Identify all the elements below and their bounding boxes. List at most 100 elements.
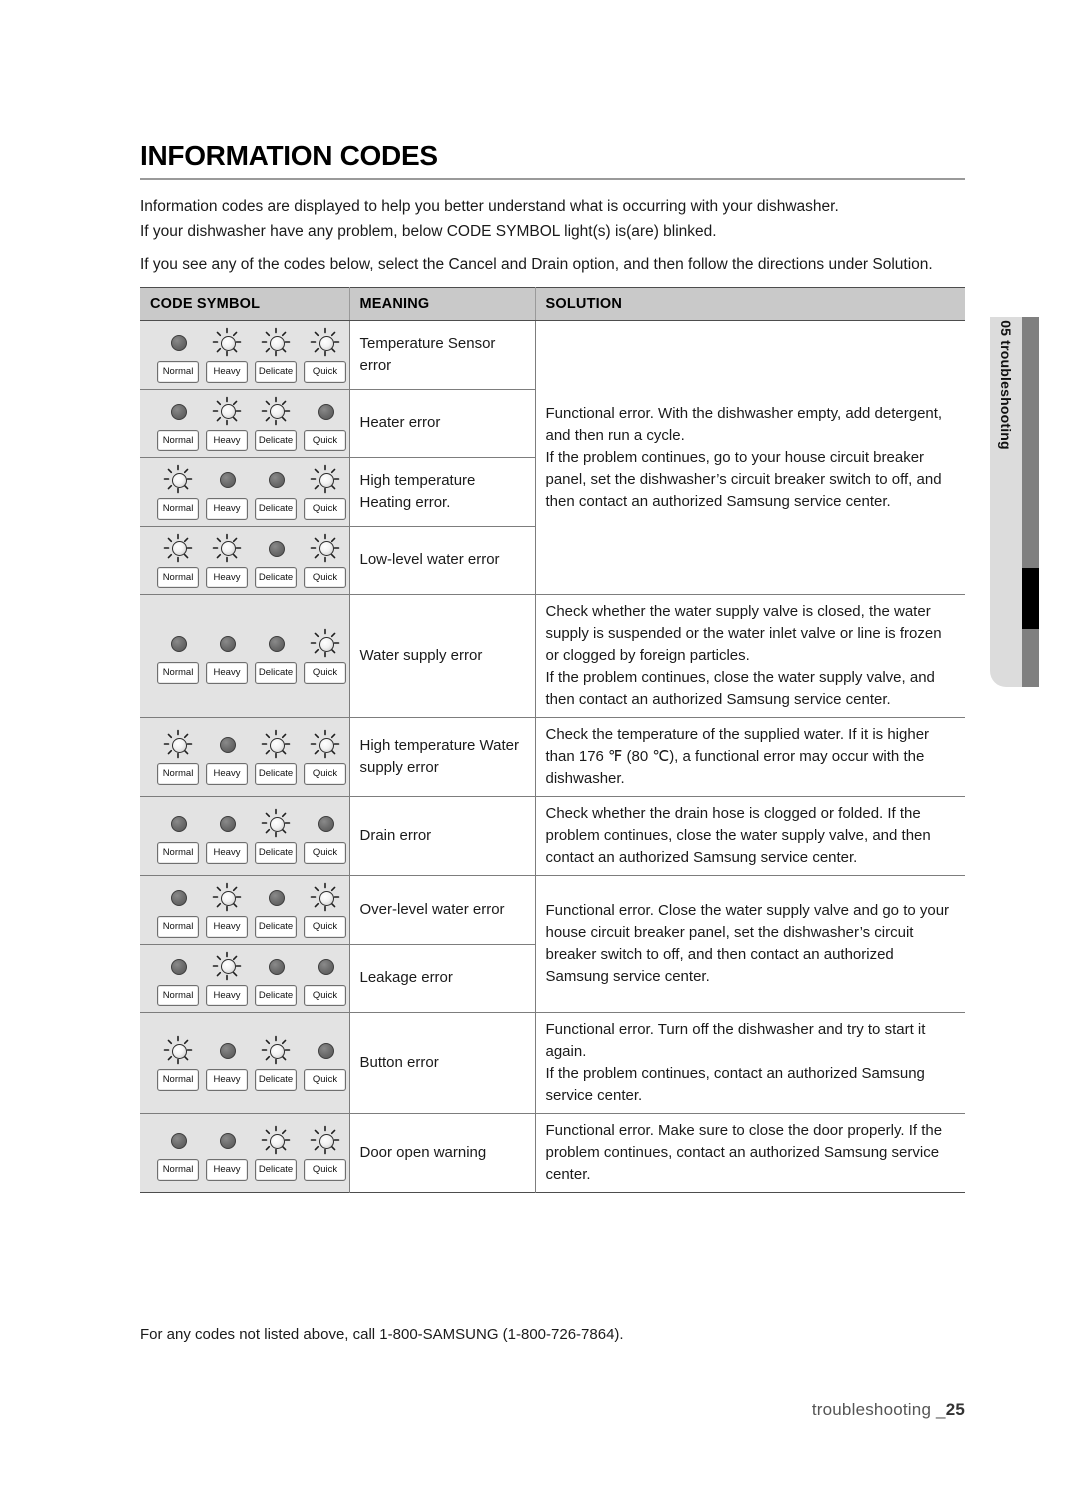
- column-header-code-symbol: CODE SYMBOL: [140, 287, 350, 321]
- cycle-button-heavy[interactable]: Heavy: [206, 566, 248, 588]
- information-codes-table: CODE SYMBOL MEANING SOLUTION Normal Heavy…: [140, 287, 965, 1193]
- meaning-cell: High temperature Water supply error: [349, 717, 536, 797]
- side-tab-marker: [1022, 568, 1039, 629]
- led-bulb: [171, 1043, 187, 1059]
- panel-slot: Quick: [304, 327, 346, 383]
- cycle-button-quick[interactable]: Quick: [304, 662, 346, 684]
- code-symbol-cell: Normal Heavy Delicate Quick: [140, 944, 350, 1013]
- cycle-button-heavy[interactable]: Heavy: [206, 1159, 248, 1181]
- solution-paragraph: If the problem continues, go to your hou…: [545, 448, 942, 510]
- led-on-icon: [261, 1125, 291, 1155]
- cycle-button-normal[interactable]: Normal: [157, 763, 199, 785]
- led-on-icon: [310, 628, 340, 658]
- cycle-button-normal[interactable]: Normal: [157, 1159, 199, 1181]
- panel-slot: Heavy: [206, 628, 248, 684]
- solution-paragraph: Functional error. Make sure to close the…: [545, 1122, 943, 1183]
- cycle-button-heavy[interactable]: Heavy: [206, 916, 248, 938]
- cycle-button-quick[interactable]: Quick: [304, 763, 346, 785]
- cycle-button-quick[interactable]: Quick: [304, 429, 346, 451]
- cycle-button-quick[interactable]: Quick: [304, 361, 346, 383]
- cycle-button-heavy[interactable]: Heavy: [206, 984, 248, 1006]
- panel-slot: Delicate: [255, 327, 297, 383]
- footer-page-number: 25: [945, 1400, 965, 1419]
- control-panel-diagram: Normal Heavy Delicate Quick: [150, 729, 346, 785]
- code-symbol-cell: Normal Heavy Delicate Quick: [140, 320, 350, 390]
- cycle-button-delicate[interactable]: Delicate: [255, 842, 297, 864]
- cycle-button-delicate[interactable]: Delicate: [255, 498, 297, 520]
- cycle-button-quick[interactable]: Quick: [304, 1069, 346, 1091]
- cycle-button-heavy[interactable]: Heavy: [206, 361, 248, 383]
- led-on-icon: [212, 327, 242, 357]
- cycle-button-quick[interactable]: Quick: [304, 984, 346, 1006]
- panel-slot: Quick: [304, 1035, 346, 1091]
- led-off-icon: [212, 729, 242, 759]
- panel-slot: Heavy: [206, 1035, 248, 1091]
- cycle-button-quick[interactable]: Quick: [304, 1159, 346, 1181]
- panel-slot: Heavy: [206, 729, 248, 785]
- cycle-button-delicate[interactable]: Delicate: [255, 566, 297, 588]
- led-bulb: [269, 404, 285, 419]
- led-on-icon: [212, 882, 242, 912]
- cycle-button-delicate[interactable]: Delicate: [255, 361, 297, 383]
- led-bulb: [269, 1133, 285, 1149]
- led-off-icon: [261, 628, 291, 658]
- led-bulb: [269, 335, 285, 351]
- panel-slot: Delicate: [255, 951, 297, 1006]
- led-bulb: [318, 403, 334, 420]
- panel-slot: Quick: [304, 808, 346, 864]
- led-off-icon: [261, 951, 291, 981]
- panel-slot: Normal: [157, 396, 199, 451]
- cycle-button-quick[interactable]: Quick: [304, 498, 346, 520]
- led-on-icon: [261, 808, 291, 838]
- cycle-button-delicate[interactable]: Delicate: [255, 662, 297, 684]
- cycle-button-quick[interactable]: Quick: [304, 566, 346, 588]
- cycle-button-heavy[interactable]: Heavy: [206, 763, 248, 785]
- led-on-icon: [163, 464, 193, 494]
- table-row: Normal Heavy Delicate Quick Over-level water…: [140, 875, 965, 1013]
- cycle-button-delicate[interactable]: Delicate: [255, 984, 297, 1006]
- cycle-button-heavy[interactable]: Heavy: [206, 429, 248, 451]
- cycle-button-normal[interactable]: Normal: [157, 916, 199, 938]
- cycle-button-heavy[interactable]: Heavy: [206, 842, 248, 864]
- cycle-button-normal[interactable]: Normal: [157, 361, 199, 383]
- cycle-button-normal[interactable]: Normal: [157, 566, 199, 588]
- led-off-icon: [212, 628, 242, 658]
- led-bulb: [269, 540, 285, 557]
- panel-slot: Normal: [157, 464, 199, 520]
- panel-slot: Quick: [304, 628, 346, 684]
- panel-slot: Normal: [157, 808, 199, 864]
- panel-slot: Heavy: [206, 464, 248, 520]
- panel-slot: Normal: [157, 1035, 199, 1091]
- cycle-button-delicate[interactable]: Delicate: [255, 763, 297, 785]
- cycle-button-delicate[interactable]: Delicate: [255, 1069, 297, 1091]
- panel-slot: Delicate: [255, 464, 297, 520]
- table-row: Normal Heavy Delicate Quick Water supply err…: [140, 594, 965, 718]
- cycle-button-delicate[interactable]: Delicate: [255, 429, 297, 451]
- cycle-button-quick[interactable]: Quick: [304, 842, 346, 864]
- led-bulb: [171, 1133, 187, 1150]
- cycle-button-normal[interactable]: Normal: [157, 662, 199, 684]
- panel-slot: Normal: [157, 729, 199, 785]
- cycle-button-heavy[interactable]: Heavy: [206, 498, 248, 520]
- control-panel-diagram: Normal Heavy Delicate Quick: [150, 628, 346, 684]
- cycle-button-delicate[interactable]: Delicate: [255, 916, 297, 938]
- cycle-button-delicate[interactable]: Delicate: [255, 1159, 297, 1181]
- panel-slot: Normal: [157, 327, 199, 383]
- cycle-button-normal[interactable]: Normal: [157, 842, 199, 864]
- led-on-icon: [163, 729, 193, 759]
- led-bulb: [318, 890, 334, 906]
- cycle-button-normal[interactable]: Normal: [157, 498, 199, 520]
- cycle-button-heavy[interactable]: Heavy: [206, 1069, 248, 1091]
- cycle-button-heavy[interactable]: Heavy: [206, 662, 248, 684]
- led-bulb: [171, 403, 187, 420]
- led-off-icon: [212, 1035, 242, 1065]
- panel-slot: Quick: [304, 729, 346, 785]
- cycle-button-normal[interactable]: Normal: [157, 984, 199, 1006]
- solution-cell: Check whether the drain hose is clogged …: [535, 796, 965, 876]
- code-symbol-cell: Normal Heavy Delicate Quick: [140, 389, 350, 458]
- led-bulb: [171, 816, 187, 833]
- cycle-button-quick[interactable]: Quick: [304, 916, 346, 938]
- cycle-button-normal[interactable]: Normal: [157, 429, 199, 451]
- cycle-button-normal[interactable]: Normal: [157, 1069, 199, 1091]
- code-symbol-cell: Normal Heavy Delicate Quick: [140, 594, 350, 718]
